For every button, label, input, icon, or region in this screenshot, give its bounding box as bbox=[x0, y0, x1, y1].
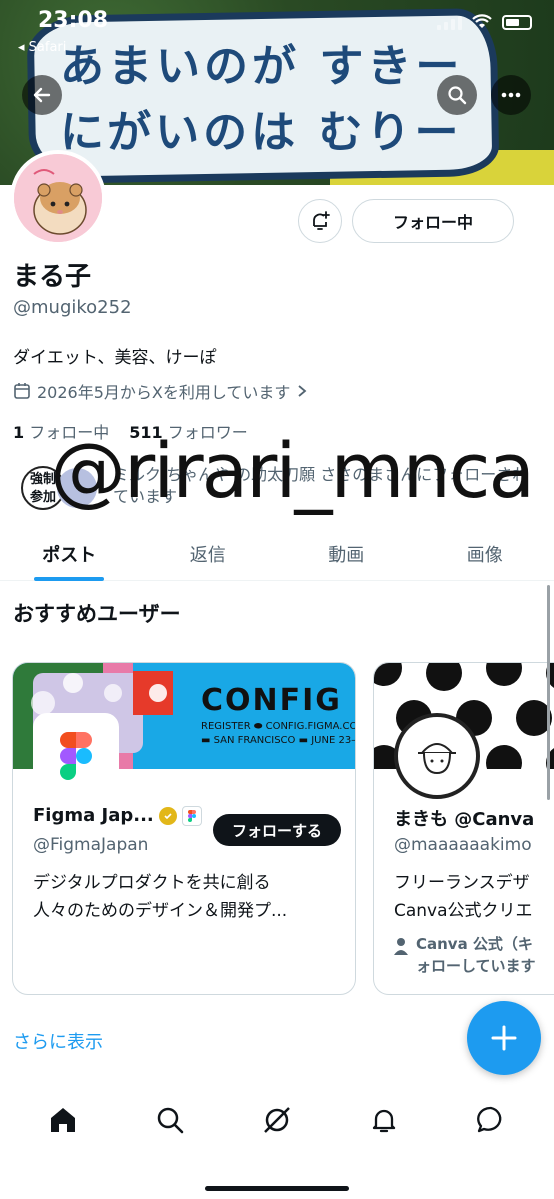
joined-date[interactable]: 2026年5月からXを利用しています bbox=[13, 379, 308, 403]
tab-images[interactable]: 画像 bbox=[416, 528, 554, 580]
card-social-context: Canva 公式（キ ォローしています bbox=[394, 933, 536, 977]
card-bio-line1: フリーランスデザ bbox=[394, 873, 530, 893]
card-user-bio: デジタルプロダクトを共に創る 人々のためのデザイン＆開発プ... bbox=[33, 869, 343, 925]
nav-home[interactable] bbox=[35, 1092, 91, 1148]
card-user-handle: @maaaaaakimo bbox=[394, 835, 532, 855]
back-button[interactable] bbox=[22, 75, 62, 115]
profile-bio: ダイエット、美容、けーぽ bbox=[13, 348, 217, 368]
recommended-user-card[interactable]: CONFIG REGISTER ⬬ CONFIG.FIGMA.COM ▬ SAN… bbox=[12, 662, 356, 995]
tab-posts[interactable]: ポスト bbox=[0, 528, 139, 580]
home-indicator[interactable] bbox=[205, 1186, 349, 1191]
tab-videos[interactable]: 動画 bbox=[277, 528, 416, 580]
card-user-avatar bbox=[394, 713, 480, 799]
card-bio-line1: デジタルプロダクトを共に創る bbox=[33, 873, 271, 893]
messages-icon bbox=[476, 1106, 501, 1133]
nav-messages[interactable] bbox=[463, 1092, 519, 1148]
grok-icon bbox=[264, 1107, 290, 1133]
watermark: @rirari_mnca bbox=[50, 426, 535, 515]
card-user-name: Figma Jap... bbox=[33, 805, 202, 826]
figma-logo bbox=[33, 713, 119, 799]
card-bio-line2: Canva公式クリエ bbox=[394, 901, 533, 921]
notifications-icon bbox=[372, 1109, 395, 1133]
profile-tabs: ポスト 返信 動画 画像 bbox=[0, 528, 554, 581]
nav-explore[interactable] bbox=[142, 1092, 198, 1148]
recommended-users-title: おすすめユーザー bbox=[13, 602, 181, 626]
card-user-name-text: Figma Jap... bbox=[33, 805, 154, 826]
hat-face-icon bbox=[418, 743, 456, 775]
cover-config-register: REGISTER ⬬ CONFIG.FIGMA.COM bbox=[201, 721, 356, 732]
chevron-right-icon bbox=[298, 385, 307, 397]
affiliate-figma-icon bbox=[181, 805, 202, 826]
card-context-line2: ォローしています bbox=[416, 957, 536, 975]
banner-text-line2: にがいのは むりー bbox=[60, 107, 463, 158]
bottom-navigation bbox=[0, 1090, 554, 1150]
follow-button[interactable]: フォローする bbox=[213, 814, 341, 846]
card-context-line1: Canva 公式（キ bbox=[416, 935, 533, 953]
back-to-safari[interactable]: ◂ Safari bbox=[18, 40, 66, 55]
figma-icon bbox=[60, 732, 92, 780]
status-time: 23:08 bbox=[38, 8, 109, 33]
bell-plus-icon bbox=[313, 211, 330, 230]
card-user-handle: @FigmaJapan bbox=[33, 835, 149, 855]
verified-icon bbox=[158, 806, 177, 825]
battery-icon bbox=[502, 14, 532, 30]
cover-config-location: ▬ SAN FRANCISCO ▬ JUNE 23–25 bbox=[201, 735, 356, 746]
notification-subscribe-button[interactable] bbox=[298, 199, 342, 243]
status-bar: 23:08 ◂ Safari bbox=[0, 0, 554, 55]
person-icon bbox=[394, 938, 408, 955]
avatar[interactable] bbox=[10, 150, 106, 246]
more-button[interactable] bbox=[491, 75, 531, 115]
cover-config-title: CONFIG bbox=[201, 683, 342, 718]
back-arrow-icon bbox=[33, 87, 51, 103]
explore-icon bbox=[157, 1107, 184, 1134]
plus-icon bbox=[491, 1025, 517, 1051]
tab-replies[interactable]: 返信 bbox=[139, 528, 278, 580]
signal-icon bbox=[437, 14, 462, 30]
card-bio-line2: 人々のためのデザイン＆開発プ... bbox=[33, 901, 288, 921]
card-user-name: まきも @Canva bbox=[394, 809, 535, 830]
calendar-icon bbox=[14, 383, 30, 399]
recommended-user-card[interactable]: まきも @Canva @maaaaaakimo フリーランスデザ Canva公式… bbox=[373, 662, 554, 995]
joined-text: 2026年5月からXを利用しています bbox=[37, 383, 291, 402]
compose-post-button[interactable] bbox=[467, 1001, 541, 1075]
profile-handle: @mugiko252 bbox=[13, 297, 132, 318]
home-icon bbox=[51, 1108, 76, 1132]
following-button[interactable]: フォロー中 bbox=[352, 199, 514, 243]
status-icons bbox=[437, 14, 532, 30]
card-user-bio: フリーランスデザ Canva公式クリエ bbox=[394, 869, 554, 925]
show-more-link[interactable]: さらに表示 bbox=[13, 1028, 103, 1054]
search-button[interactable] bbox=[437, 75, 477, 115]
search-icon bbox=[448, 86, 467, 105]
nav-notifications[interactable] bbox=[356, 1092, 412, 1148]
scrollbar[interactable] bbox=[547, 585, 550, 800]
more-icon bbox=[501, 92, 521, 98]
following-count: 1 bbox=[13, 423, 25, 442]
hamster-avatar-image bbox=[14, 154, 102, 242]
profile-name: まる子 bbox=[13, 262, 92, 292]
nav-grok[interactable] bbox=[249, 1092, 305, 1148]
wifi-icon bbox=[472, 14, 492, 28]
